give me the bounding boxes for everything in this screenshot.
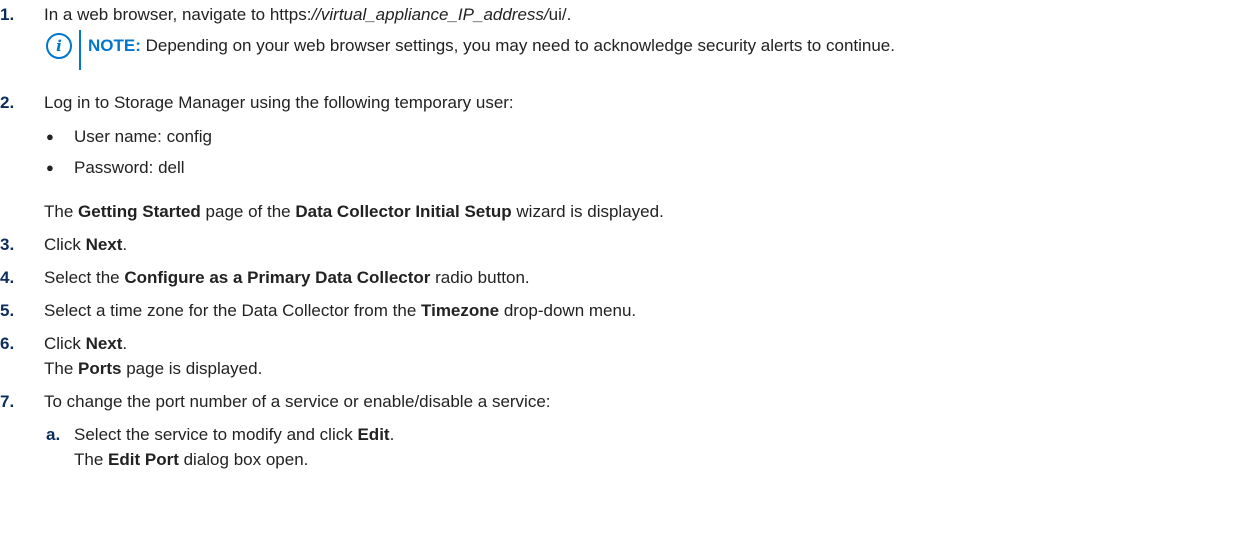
button-name: Edit [357,425,390,444]
button-name: Next [85,334,123,353]
page-name: Ports [78,359,122,378]
bullet-text: User name: config [74,127,212,146]
url-placeholder: //virtual_appliance_IP_address/ [311,5,549,24]
bullet-item: ● Password: dell [0,155,1259,180]
step-text: Select the [44,268,125,287]
result-text: page of the [200,202,296,221]
step-number: 3. [0,235,15,254]
substep-letter: a. [46,425,61,444]
substep-a: a. Select the service to modify and clic… [0,422,1259,447]
wizard-name: Data Collector Initial Setup [295,202,512,221]
dialog-name: Edit Port [108,450,179,469]
info-icon: i [46,33,72,59]
step-2: 2. Log in to Storage Manager using the f… [0,90,1259,115]
step-text: . [122,235,128,254]
bullet-text: Password: dell [74,158,185,177]
step-4: 4. Select the Configure as a Primary Dat… [0,265,1259,290]
step-text: To change the port number of a service o… [44,392,551,411]
result-text: page is displayed. [121,359,263,378]
result-text: The [74,450,109,469]
step-6: 6. Click Next. [0,331,1259,356]
result-text: wizard is displayed. [511,202,664,221]
instruction-document: 1. In a web browser, navigate to https:/… [0,0,1259,538]
step-5: 5. Select a time zone for the Data Colle… [0,298,1259,323]
result-text: The [44,359,79,378]
result-text: dialog box open. [178,450,309,469]
step-text: drop-down menu. [499,301,637,320]
step-text: radio button. [430,268,530,287]
step-result: The Getting Started page of the Data Col… [0,199,1259,224]
option-name: Configure as a Primary Data Collector [124,268,431,287]
bullet-icon: ● [46,129,54,144]
step-number: 5. [0,301,15,320]
bullet-item: ● User name: config [0,124,1259,149]
step-result: The Ports page is displayed. [0,356,1259,381]
note-label: NOTE: [88,36,141,55]
step-text: In a web browser, navigate to https: [44,5,312,24]
step-text: . [122,334,128,353]
step-3: 3. Click Next. [0,232,1259,257]
substep-text: . [389,425,395,444]
step-text: Select a time zone for the Data Collecto… [44,301,422,320]
url-suffix: ui/. [548,5,572,24]
step-number: 1. [0,5,15,24]
substep-text: Select the service to modify and click [74,425,358,444]
bullet-icon: ● [46,160,54,175]
field-name: Timezone [421,301,500,320]
step-text: Click [44,334,86,353]
step-number: 4. [0,268,15,287]
step-7: 7. To change the port number of a servic… [0,389,1259,414]
step-number: 7. [0,392,15,411]
note-divider [79,30,81,70]
button-name: Next [85,235,123,254]
step-1: 1. In a web browser, navigate to https:/… [0,2,1259,27]
step-number: 6. [0,334,15,353]
substep-result: The Edit Port dialog box open. [0,447,1259,472]
step-text: Click [44,235,86,254]
note-text: Depending on your web browser settings, … [140,36,895,55]
page-name: Getting Started [78,202,201,221]
step-number: 2. [0,93,15,112]
note-callout: i NOTE: Depending on your web browser se… [44,30,1259,70]
result-text: The [44,202,79,221]
step-text: Log in to Storage Manager using the foll… [44,93,514,112]
